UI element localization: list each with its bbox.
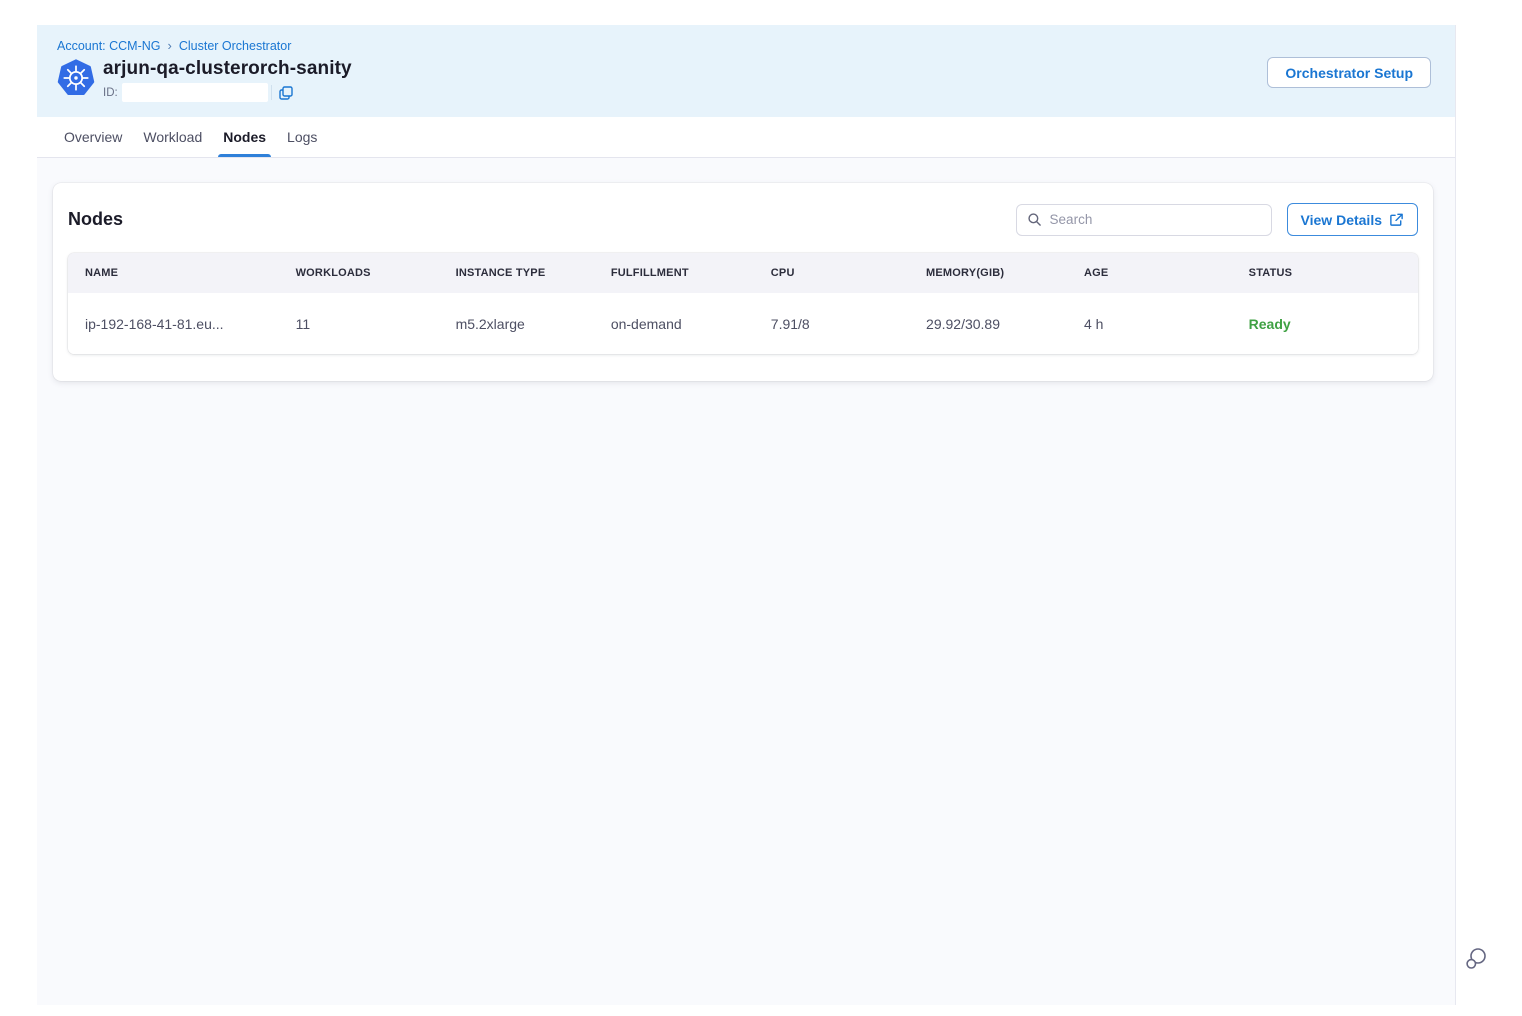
breadcrumb-separator-icon: › bbox=[168, 39, 172, 52]
search-input[interactable] bbox=[1050, 212, 1261, 227]
table-row[interactable]: ip-192-168-41-81.eu... 11 m5.2xlarge on-… bbox=[68, 293, 1418, 354]
kubernetes-icon bbox=[57, 59, 95, 97]
node-instance-type-cell: m5.2xlarge bbox=[439, 293, 594, 354]
column-header-instance-type: INSTANCE TYPE bbox=[439, 253, 594, 293]
view-details-button[interactable]: View Details bbox=[1287, 203, 1418, 236]
tab-nodes[interactable]: Nodes bbox=[223, 117, 266, 157]
nodes-card: Nodes View Details bbox=[53, 183, 1433, 381]
node-cpu-cell: 7.91/8 bbox=[754, 293, 909, 354]
breadcrumb-account-link[interactable]: Account: CCM-NG bbox=[57, 39, 161, 53]
view-details-label: View Details bbox=[1301, 212, 1382, 228]
cluster-tabs: Overview Workload Nodes Logs bbox=[37, 117, 1455, 158]
search-box bbox=[1016, 204, 1272, 236]
breadcrumb-cluster-orchestrator-link[interactable]: Cluster Orchestrator bbox=[179, 39, 292, 53]
tab-logs[interactable]: Logs bbox=[287, 117, 317, 157]
app-window: Account: CCM-NG › Cluster Orchestrator bbox=[37, 25, 1456, 1005]
node-status-badge: Ready bbox=[1232, 293, 1418, 354]
external-link-icon bbox=[1389, 212, 1404, 227]
nodes-panel-title: Nodes bbox=[68, 209, 123, 230]
page-body: Nodes View Details bbox=[37, 158, 1455, 1005]
nodes-table-header-row: NAME WORKLOADS INSTANCE TYPE FULFILLMENT… bbox=[68, 253, 1418, 293]
node-memory-cell: 29.92/30.89 bbox=[909, 293, 1067, 354]
column-header-age: AGE bbox=[1067, 253, 1232, 293]
cluster-id-row: ID: bbox=[103, 83, 352, 102]
cluster-title-block: arjun-qa-clusterorch-sanity ID: bbox=[103, 58, 352, 102]
column-header-name: NAME bbox=[68, 253, 279, 293]
nodes-card-header: Nodes View Details bbox=[68, 203, 1418, 236]
chat-launcher[interactable] bbox=[1462, 945, 1490, 973]
tab-workload[interactable]: Workload bbox=[143, 117, 202, 157]
chat-bubbles-icon bbox=[1462, 945, 1490, 973]
breadcrumb: Account: CCM-NG › Cluster Orchestrator bbox=[57, 39, 1431, 53]
cluster-title-row: arjun-qa-clusterorch-sanity ID: bbox=[57, 58, 1431, 102]
nodes-card-actions: View Details bbox=[1016, 203, 1418, 236]
tab-overview[interactable]: Overview bbox=[64, 117, 122, 157]
page-header: Account: CCM-NG › Cluster Orchestrator bbox=[37, 25, 1455, 117]
nodes-table: NAME WORKLOADS INSTANCE TYPE FULFILLMENT… bbox=[68, 253, 1418, 354]
page: Account: CCM-NG › Cluster Orchestrator bbox=[0, 0, 1522, 1016]
node-workloads-cell: 11 bbox=[279, 293, 439, 354]
cluster-name: arjun-qa-clusterorch-sanity bbox=[103, 58, 352, 80]
node-age-cell: 4 h bbox=[1067, 293, 1232, 354]
node-fulfillment-cell: on-demand bbox=[594, 293, 754, 354]
id-divider bbox=[271, 85, 272, 100]
orchestrator-setup-button[interactable]: Orchestrator Setup bbox=[1267, 57, 1431, 88]
cluster-id-label: ID: bbox=[103, 87, 118, 99]
cluster-id-value bbox=[122, 83, 268, 102]
column-header-status: STATUS bbox=[1232, 253, 1418, 293]
column-header-cpu: CPU bbox=[754, 253, 909, 293]
column-header-workloads: WORKLOADS bbox=[279, 253, 439, 293]
search-icon bbox=[1027, 212, 1042, 227]
copy-icon[interactable] bbox=[278, 85, 294, 101]
column-header-fulfillment: FULFILLMENT bbox=[594, 253, 754, 293]
column-header-memory: MEMORY(GIB) bbox=[909, 253, 1067, 293]
node-name-cell: ip-192-168-41-81.eu... bbox=[68, 293, 279, 354]
